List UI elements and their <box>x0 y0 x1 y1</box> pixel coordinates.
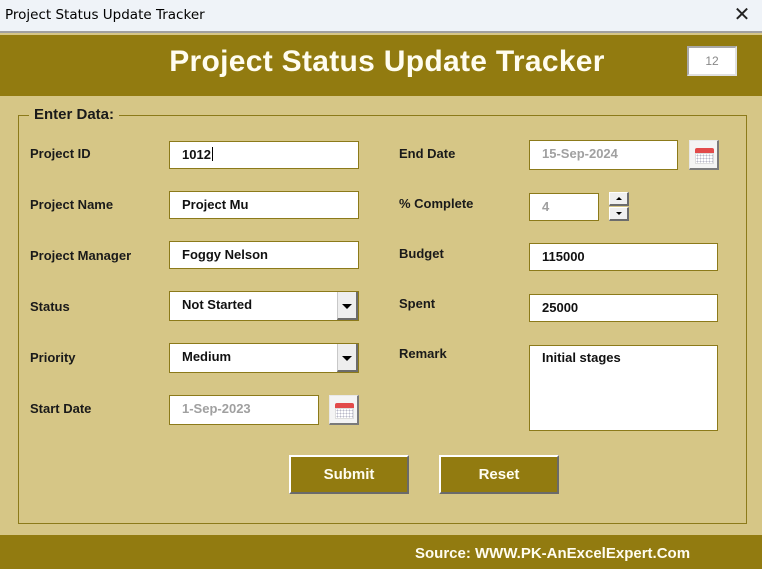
percent-complete-spinner[interactable] <box>609 192 629 222</box>
page-title: Project Status Update Tracker <box>169 45 605 78</box>
chevron-down-icon <box>342 304 352 309</box>
project-manager-input[interactable]: Foggy Nelson <box>169 241 359 269</box>
start-date-calendar-button[interactable] <box>329 395 359 425</box>
footer-bar: Source: WWW.PK-AnExcelExpert.Com <box>0 535 762 569</box>
remark-textarea[interactable]: Initial stages <box>529 345 718 431</box>
start-date-label: Start Date <box>30 401 92 416</box>
spin-up-button[interactable] <box>609 192 629 206</box>
priority-select[interactable]: Medium <box>169 343 359 373</box>
project-id-label: Project ID <box>30 146 91 161</box>
status-label: Status <box>30 299 70 314</box>
window-titlebar: Project Status Update Tracker ✕ <box>0 0 762 33</box>
percent-complete-label: % Complete <box>399 196 474 211</box>
spin-down-button[interactable] <box>609 207 629 221</box>
chevron-down-icon <box>342 356 352 361</box>
start-date-input[interactable]: 1-Sep-2023 <box>169 395 319 425</box>
remark-label: Remark <box>399 346 447 361</box>
end-date-input[interactable]: 15-Sep-2024 <box>529 140 678 170</box>
project-manager-label: Project Manager <box>30 248 132 263</box>
source-text: Source: WWW.PK-AnExcelExpert.Com <box>415 545 691 562</box>
end-date-label: End Date <box>399 146 456 161</box>
arrow-up-icon <box>615 197 622 200</box>
record-counter: 12 <box>687 46 737 76</box>
project-name-input[interactable]: Project Mu <box>169 191 359 219</box>
priority-label: Priority <box>30 350 76 365</box>
window-title: Project Status Update Tracker <box>5 7 205 23</box>
text-cursor <box>211 147 213 161</box>
end-date-calendar-button[interactable] <box>689 140 719 170</box>
priority-value: Medium <box>182 349 232 364</box>
spent-label: Spent <box>399 296 436 311</box>
status-dropdown-button[interactable] <box>337 292 358 320</box>
project-id-value: 1012 <box>182 147 211 162</box>
status-value: Not Started <box>182 297 253 312</box>
budget-input[interactable]: 115000 <box>529 243 718 271</box>
status-select[interactable]: Not Started <box>169 291 359 321</box>
header-banner: Project Status Update Tracker 12 <box>0 35 762 96</box>
arrow-down-icon <box>615 212 622 215</box>
calendar-grid <box>695 153 714 164</box>
calendar-grid <box>335 408 354 419</box>
project-name-label: Project Name <box>30 197 114 212</box>
submit-button[interactable]: Submit <box>289 455 409 494</box>
project-id-input[interactable]: 1012 <box>169 141 359 169</box>
percent-complete-input[interactable]: 4 <box>529 193 599 221</box>
frame-legend: Enter Data: <box>29 106 120 123</box>
budget-label: Budget <box>399 246 444 261</box>
close-icon[interactable]: ✕ <box>730 2 754 28</box>
priority-dropdown-button[interactable] <box>337 344 358 372</box>
reset-button[interactable]: Reset <box>439 455 559 494</box>
spent-input[interactable]: 25000 <box>529 294 718 322</box>
